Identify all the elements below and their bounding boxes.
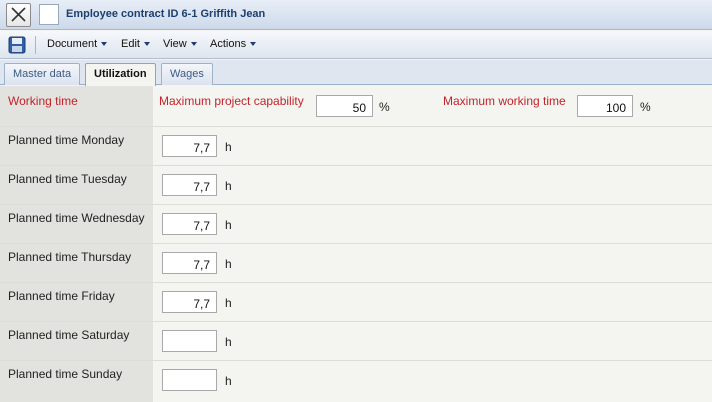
- planned-time-sunday-label: Planned time Sunday: [8, 367, 123, 381]
- tab-utilization[interactable]: Utilization: [85, 63, 156, 86]
- row-label-cell: Planned time Wednesday: [0, 205, 153, 243]
- planned-time-tuesday-label: Planned time Tuesday: [8, 172, 127, 186]
- window-title: Employee contract ID 6-1 Griffith Jean: [66, 8, 266, 20]
- row-label-cell: Planned time Monday: [0, 127, 153, 165]
- planned-time-row: Planned time Thursday h: [0, 244, 712, 283]
- planned-time-row: Planned time Wednesday h: [0, 205, 712, 244]
- save-button[interactable]: [8, 36, 26, 54]
- planned-time-saturday-input[interactable]: [162, 330, 217, 352]
- tab-master-data[interactable]: Master data: [4, 63, 81, 85]
- hours-unit: h: [225, 335, 232, 349]
- working-time-row: Working time Maximum project capability …: [0, 86, 712, 127]
- save-icon: [8, 36, 26, 54]
- window-icon: [39, 4, 59, 25]
- planned-time-row: Planned time Monday h: [0, 127, 712, 166]
- planned-time-row: Planned time Friday h: [0, 283, 712, 322]
- menu-view-label: View: [163, 38, 187, 50]
- planned-time-row: Planned time Tuesday h: [0, 166, 712, 205]
- tab-strip: Master data Utilization Wages: [0, 60, 712, 86]
- working-time-label: Working time: [8, 94, 78, 108]
- row-label-cell: Working time: [0, 86, 153, 126]
- planned-time-wednesday-input[interactable]: [162, 213, 217, 235]
- tab-wages[interactable]: Wages: [161, 63, 213, 85]
- planned-time-saturday-label: Planned time Saturday: [8, 328, 130, 342]
- row-label-cell: Planned time Sunday: [0, 361, 153, 402]
- planned-time-wednesday-label: Planned time Wednesday: [8, 211, 145, 225]
- planned-time-thursday-input[interactable]: [162, 252, 217, 274]
- menu-actions[interactable]: Actions: [210, 38, 257, 50]
- row-label-cell: Planned time Thursday: [0, 244, 153, 282]
- title-bar: Employee contract ID 6-1 Griffith Jean: [0, 0, 712, 30]
- planned-time-tuesday-input[interactable]: [162, 174, 217, 196]
- row-label-cell: Planned time Tuesday: [0, 166, 153, 204]
- planned-time-row: Planned time Sunday h: [0, 361, 712, 402]
- chevron-down-icon: [143, 42, 150, 47]
- planned-time-row: Planned time Saturday h: [0, 322, 712, 361]
- max-project-unit: %: [379, 100, 390, 114]
- menu-edit[interactable]: Edit: [121, 38, 150, 50]
- max-project-label: Maximum project capability: [159, 94, 304, 108]
- chevron-down-icon: [190, 42, 197, 47]
- row-label-cell: Planned time Friday: [0, 283, 153, 321]
- close-icon: [11, 7, 26, 22]
- menu-edit-label: Edit: [121, 38, 140, 50]
- max-working-input[interactable]: [577, 95, 633, 117]
- close-button[interactable]: [6, 3, 31, 27]
- planned-time-friday-input[interactable]: [162, 291, 217, 313]
- hours-unit: h: [225, 179, 232, 193]
- menu-actions-label: Actions: [210, 38, 247, 50]
- planned-time-friday-label: Planned time Friday: [8, 289, 115, 303]
- max-project-input[interactable]: [316, 95, 373, 117]
- hours-unit: h: [225, 374, 232, 388]
- menu-document[interactable]: Document: [47, 38, 108, 50]
- hours-unit: h: [225, 218, 232, 232]
- max-working-unit: %: [640, 100, 651, 114]
- chevron-down-icon: [250, 42, 257, 47]
- chevron-down-icon: [101, 42, 108, 47]
- menu-document-label: Document: [47, 38, 98, 50]
- row-label-cell: Planned time Saturday: [0, 322, 153, 360]
- toolbar-separator: [35, 36, 36, 54]
- toolbar: Document Edit View Actions: [0, 31, 712, 59]
- max-working-label: Maximum working time: [443, 94, 566, 108]
- hours-unit: h: [225, 257, 232, 271]
- planned-time-sunday-input[interactable]: [162, 369, 217, 391]
- menu-view[interactable]: View: [163, 38, 197, 50]
- planned-time-monday-label: Planned time Monday: [8, 133, 125, 147]
- hours-unit: h: [225, 296, 232, 310]
- hours-unit: h: [225, 140, 232, 154]
- planned-time-thursday-label: Planned time Thursday: [8, 250, 132, 264]
- planned-time-monday-input[interactable]: [162, 135, 217, 157]
